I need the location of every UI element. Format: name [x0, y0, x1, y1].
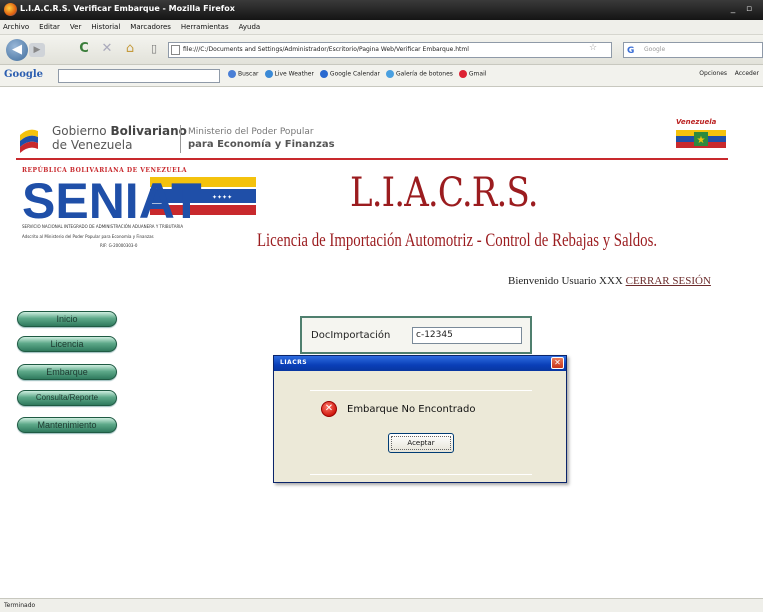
minimize-button[interactable]: _ [726, 3, 740, 16]
dialog-title-bar: LIACRS ✕ [274, 356, 566, 371]
header-red-line [16, 158, 728, 160]
doc-importacion-input[interactable]: c-12345 [412, 327, 522, 344]
dialog-separator-bottom [310, 474, 532, 475]
svg-text:★: ★ [697, 135, 706, 146]
gobierno-logo [20, 129, 38, 153]
dialog-message: Embarque No Encontrado [347, 404, 476, 415]
firefox-icon [4, 3, 17, 16]
menu-bar: Archivo Editar Ver Historial Marcadores … [0, 20, 763, 35]
dialog-separator-top [310, 390, 532, 391]
home-icon[interactable]: ⌂ [122, 41, 138, 57]
seniat-logo-text: SENIAT [22, 175, 202, 223]
menu-ver[interactable]: Ver [70, 23, 81, 31]
window-title-bar: L.I.A.C.R.S. Verificar Embarque - Mozill… [0, 0, 763, 20]
menu-ayuda[interactable]: Ayuda [239, 23, 261, 31]
reload-icon[interactable]: C [76, 41, 92, 57]
seniat-line2: Adscrito al Ministerio del Poder Popular… [22, 234, 154, 239]
google-logo: Google [4, 69, 44, 80]
sidebar-item-inicio[interactable]: Inicio [17, 311, 117, 327]
google-search-button[interactable]: Buscar [228, 70, 259, 78]
doc-importacion-label: DocImportación [311, 330, 391, 341]
sidebar-item-licencia[interactable]: Licencia [17, 336, 117, 352]
search-input[interactable]: G Google [623, 42, 763, 58]
forward-icon[interactable]: ▶ [29, 43, 45, 57]
menu-historial[interactable]: Historial [91, 23, 120, 31]
sidebar-item-consulta-reporte[interactable]: Consulta/Reporte [17, 390, 117, 406]
ministry-line2: para Economía y Finanzas [188, 139, 335, 150]
dialog-close-button[interactable]: ✕ [551, 357, 564, 369]
seniat-line3: RIF: G-20000303-0 [100, 243, 138, 248]
svg-text:✦✦✦✦: ✦✦✦✦ [212, 194, 232, 201]
back-icon[interactable]: ◀ [6, 39, 28, 61]
header-divider [180, 125, 181, 153]
live-weather-button[interactable]: Live Weather [264, 70, 314, 78]
file-icon [171, 45, 180, 55]
google-calendar-button[interactable]: Google Calendar [319, 70, 380, 78]
status-text: Terminado [4, 602, 36, 609]
error-dialog: LIACRS ✕ ✕ Embarque No Encontrado Acepta… [273, 355, 567, 483]
dialog-title: LIACRS [280, 359, 308, 366]
button-gallery-button[interactable]: Galería de botones [385, 70, 453, 78]
signin-button[interactable]: Acceder [735, 70, 759, 77]
window-title: L.I.A.C.R.S. Verificar Embarque - Mozill… [20, 4, 235, 13]
error-icon: ✕ [321, 401, 337, 417]
venezuela-label: Venezuela [676, 118, 717, 126]
page-icon: ▯ [150, 42, 158, 55]
stop-icon[interactable]: ✕ [99, 41, 115, 57]
navigation-toolbar: ◀ ▶ C ✕ ⌂ ▯ file:///C:/Documents and Set… [0, 35, 763, 65]
google-toolbar: Google Buscar Live Weather Google Calend… [0, 65, 763, 87]
menu-archivo[interactable]: Archivo [3, 23, 29, 31]
sidebar-item-mantenimiento[interactable]: Mantenimiento [17, 417, 117, 433]
venezuela-flag-logo: ★ [676, 130, 726, 148]
google-toolbar-search-input[interactable] [58, 69, 220, 83]
status-bar: Terminado [0, 598, 763, 612]
app-title: L.I.A.C.R.S. [350, 170, 539, 216]
menu-herramientas[interactable]: Herramientas [181, 23, 229, 31]
seniat-logo: SENIAT ✦✦✦✦ [22, 175, 256, 223]
url-bar[interactable]: file:///C:/Documents and Settings/Admini… [168, 42, 612, 58]
star-icon[interactable]: ☆ [589, 43, 597, 53]
gmail-button[interactable]: Gmail [458, 70, 486, 78]
accept-button[interactable]: Aceptar [388, 433, 454, 453]
google-search-icon: G [627, 46, 635, 56]
gov-line2: de Venezuela [52, 138, 133, 152]
ministry-line1: Ministerio del Poder Popular [188, 127, 314, 137]
options-button[interactable]: Opciones [699, 70, 727, 77]
app-subtitle: Licencia de Importación Automotriz - Con… [257, 230, 658, 251]
menu-marcadores[interactable]: Marcadores [130, 23, 171, 31]
maximize-button[interactable]: ▫ [742, 3, 756, 16]
seniat-line1: SERVICIO NACIONAL INTEGRADO DE ADMINISTR… [22, 224, 184, 229]
sidebar-item-embarque[interactable]: Embarque [17, 364, 117, 380]
menu-editar[interactable]: Editar [39, 23, 60, 31]
welcome-message: Bienvenido Usuario XXX CERRAR SESIÓN [508, 275, 711, 287]
gov-line1: Gobierno Bolivariano [52, 124, 187, 138]
welcome-text: Bienvenido Usuario XXX [508, 275, 626, 287]
search-placeholder: Google [644, 46, 666, 53]
url-text: file:///C:/Documents and Settings/Admini… [183, 46, 469, 53]
logout-link[interactable]: CERRAR SESIÓN [626, 275, 711, 287]
seniat-top-text: REPÚBLICA BOLIVARIANA DE VENEZUELA [22, 167, 188, 174]
